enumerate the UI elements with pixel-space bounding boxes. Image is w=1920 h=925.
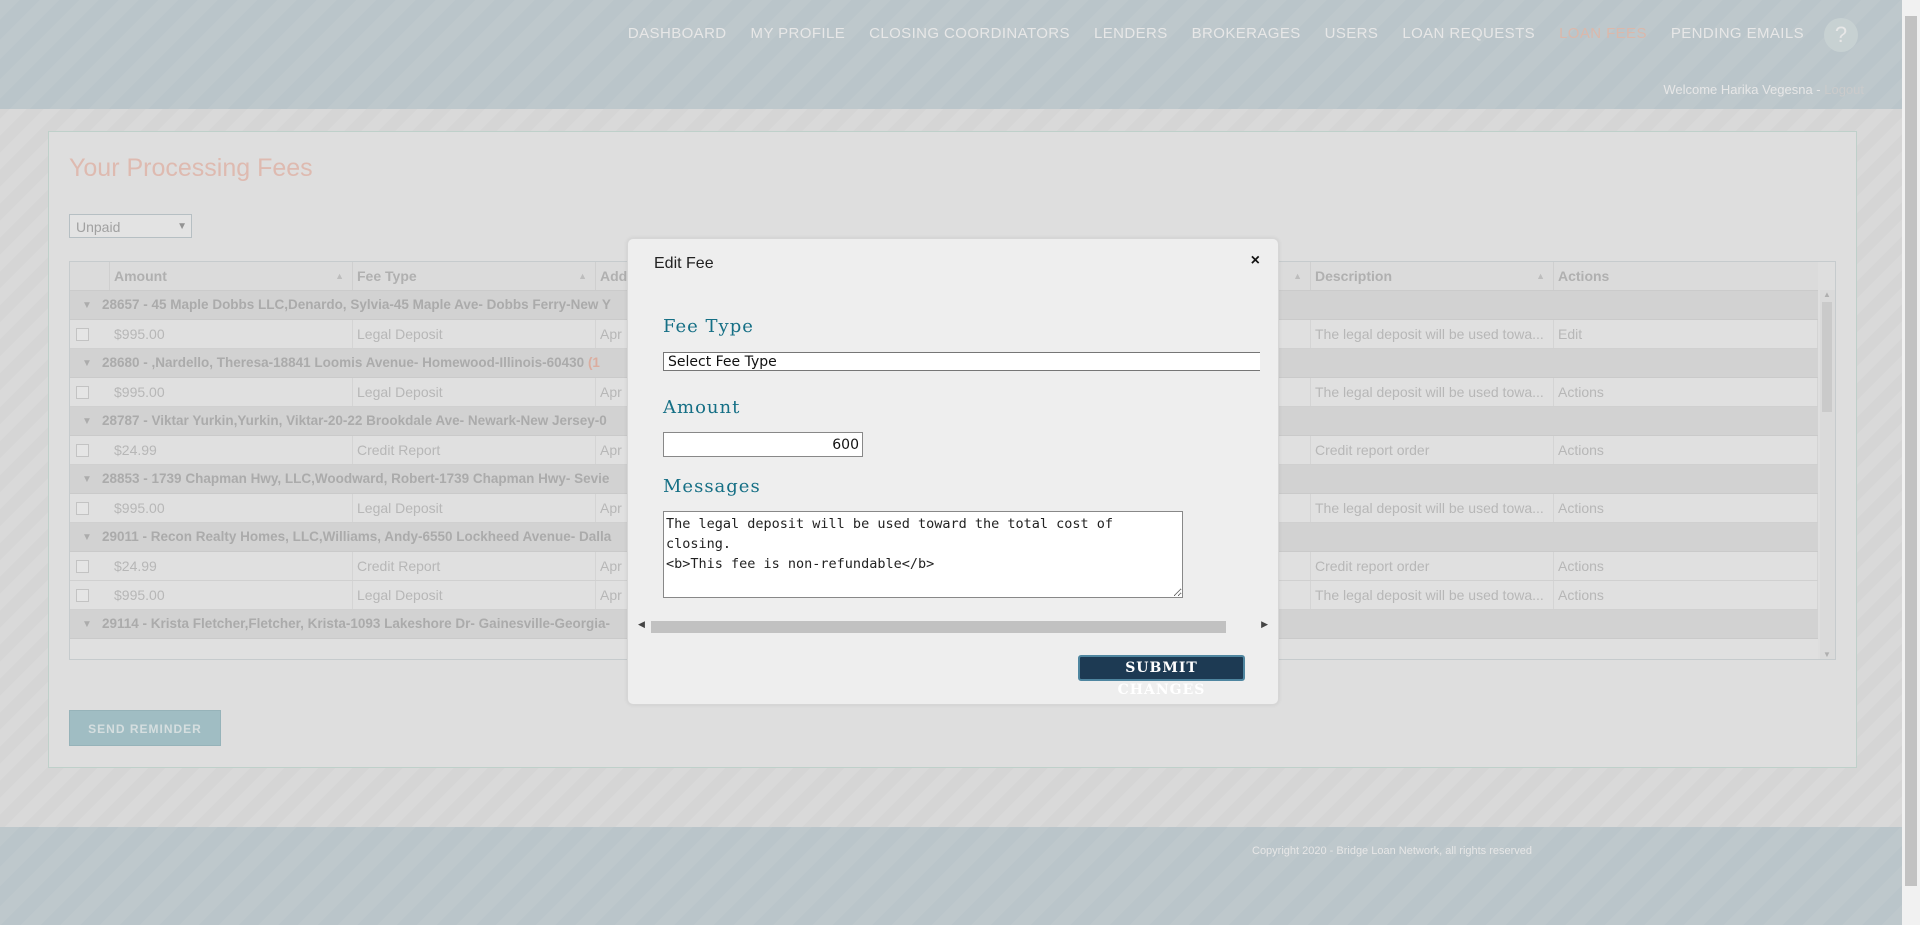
scroll-right-icon[interactable]: ▶ [1261, 619, 1268, 630]
close-icon[interactable]: × [1251, 252, 1260, 270]
submit-changes-button[interactable]: SUBMIT CHANGES [1078, 655, 1245, 698]
dialog-title: Edit Fee [654, 255, 714, 272]
amount-field[interactable] [663, 432, 863, 457]
page-scrollbar[interactable] [1902, 0, 1920, 925]
edit-fee-dialog: Edit Fee × Fee Type Select Fee Type Amou… [627, 238, 1279, 705]
messages-label: Messages [663, 476, 761, 497]
dialog-body: Fee Type Select Fee Type Amount Messages… [638, 284, 1260, 644]
scroll-left-icon[interactable]: ◀ [638, 619, 645, 630]
fee-type-label: Fee Type [663, 316, 754, 337]
page-scroll-thumb[interactable] [1905, 16, 1917, 886]
dialog-scrollbar[interactable]: ◀ ▶ [638, 619, 1268, 633]
amount-label: Amount [663, 397, 741, 418]
fee-type-select[interactable]: Select Fee Type [663, 352, 1260, 371]
dialog-scroll-thumb[interactable] [651, 621, 1226, 633]
messages-textarea[interactable]: The legal deposit will be used toward th… [663, 511, 1183, 598]
